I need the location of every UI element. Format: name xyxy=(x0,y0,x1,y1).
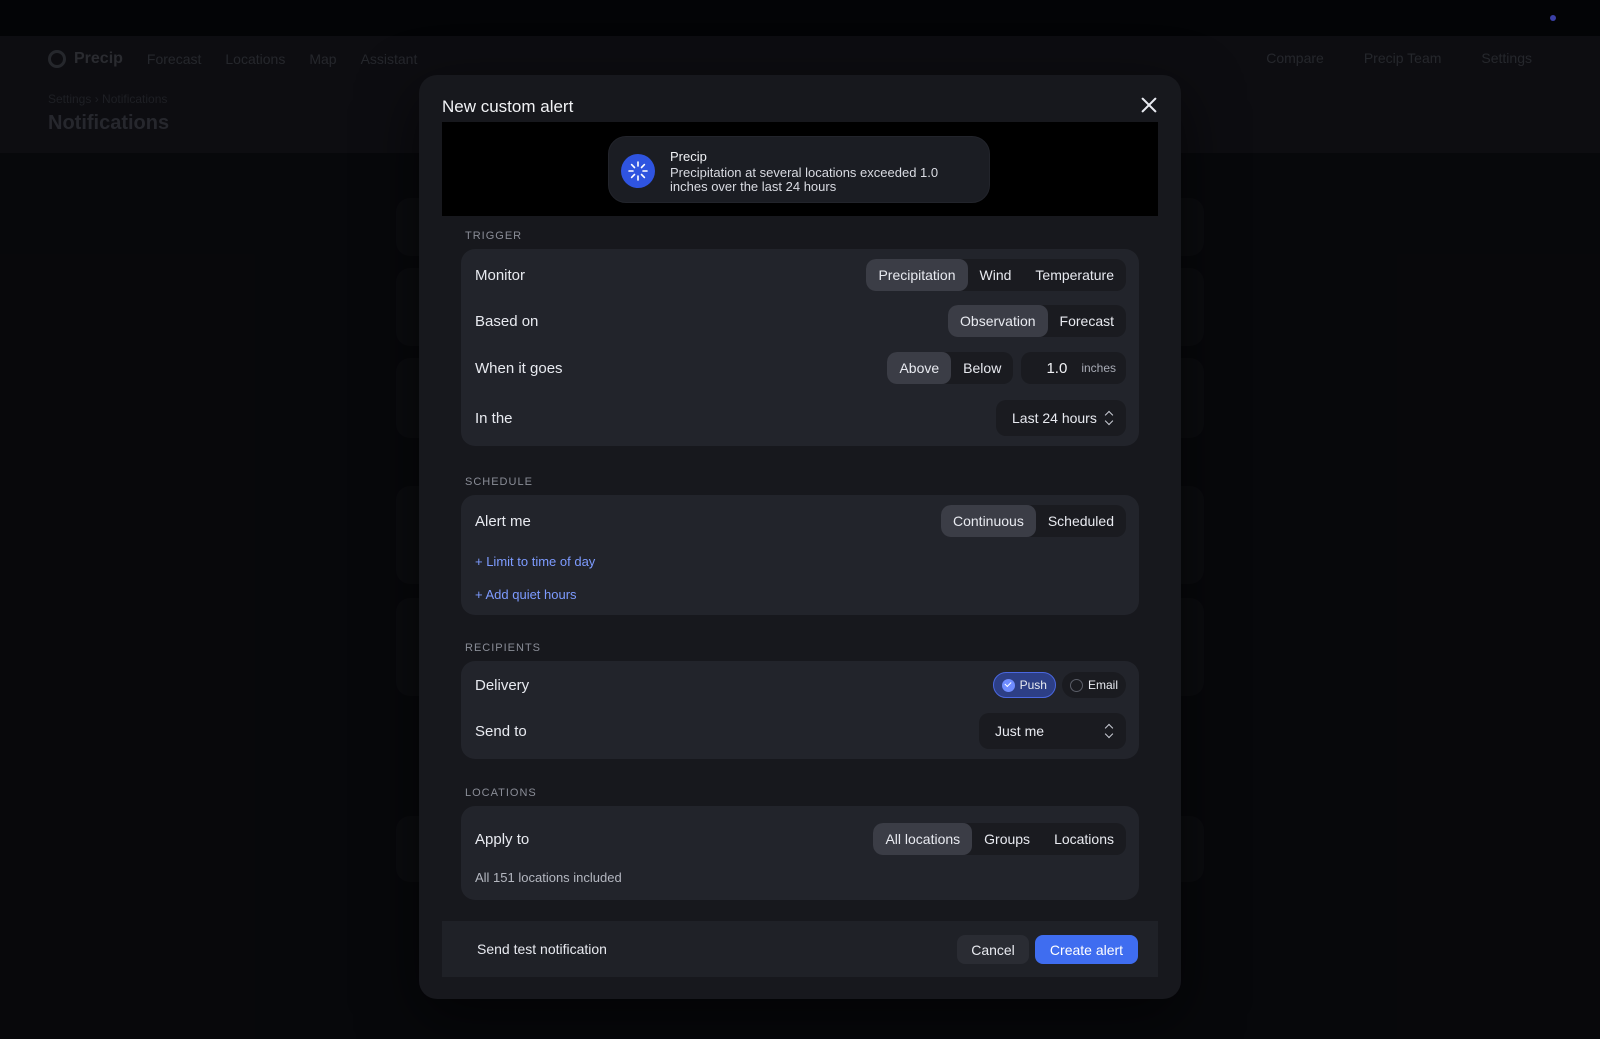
dialog-footer: Send test notification Cancel Create ale… xyxy=(442,921,1158,977)
monitor-option-precipitation[interactable]: Precipitation xyxy=(866,259,968,291)
alert-mode-segmented: Continuous Scheduled xyxy=(941,505,1126,537)
alert-mode-option-scheduled[interactable]: Scheduled xyxy=(1036,505,1126,537)
section-label-recipients: RECIPIENTS xyxy=(465,642,542,654)
delivery-label: Delivery xyxy=(475,676,530,694)
send-to-label: Send to xyxy=(475,722,527,740)
unchecked-circle-icon xyxy=(1069,678,1083,692)
based-on-label: Based on xyxy=(475,312,539,330)
send-to-row: Send to Just me xyxy=(475,711,1126,751)
alert-me-row: Alert me Continuous Scheduled xyxy=(475,501,1126,541)
apply-to-label: Apply to xyxy=(475,830,530,848)
chevron-updown-icon xyxy=(1104,723,1114,739)
time-window-value: Last 24 hours xyxy=(1012,410,1097,426)
schedule-group: Alert me Continuous Scheduled + Limit to… xyxy=(461,495,1139,615)
section-label-trigger: TRIGGER xyxy=(465,230,523,242)
close-icon[interactable] xyxy=(1137,93,1161,117)
delivery-row: Delivery Push Email xyxy=(475,665,1126,705)
delivery-options: Push Email xyxy=(992,672,1126,698)
new-alert-dialog: New custom alert Precip Precipitation at… xyxy=(419,75,1181,999)
add-quiet-hours-link[interactable]: + Add quiet hours xyxy=(475,587,577,602)
notification-card: Precip Precipitation at several location… xyxy=(608,136,990,203)
send-to-select[interactable]: Just me xyxy=(979,713,1126,749)
apply-to-segmented: All locations Groups Locations xyxy=(873,823,1126,855)
alert-mode-option-continuous[interactable]: Continuous xyxy=(941,505,1036,537)
recipients-group: Delivery Push Email Send to Just me xyxy=(461,661,1139,759)
app-icon xyxy=(621,154,655,188)
section-label-locations: LOCATIONS xyxy=(465,787,537,799)
notification-preview: Precip Precipitation at several location… xyxy=(442,122,1158,216)
locations-group: Apply to All locations Groups Locations … xyxy=(461,806,1139,900)
notification-message: Precipitation at several locations excee… xyxy=(670,165,939,194)
delivery-push-label: Push xyxy=(1019,678,1047,692)
limit-time-of-day-link[interactable]: + Limit to time of day xyxy=(475,554,595,569)
delivery-push-toggle[interactable]: Push xyxy=(992,672,1056,698)
apply-to-option-locations[interactable]: Locations xyxy=(1042,823,1126,855)
cancel-button[interactable]: Cancel xyxy=(957,935,1029,964)
apply-to-option-all[interactable]: All locations xyxy=(873,823,973,855)
dialog-body[interactable]: TRIGGER Monitor Precipitation Wind Tempe… xyxy=(442,216,1158,911)
based-on-segmented: Observation Forecast xyxy=(948,305,1126,337)
threshold-input[interactable]: 1.0 inches xyxy=(1021,352,1126,384)
delivery-email-toggle[interactable]: Email xyxy=(1061,672,1126,698)
create-alert-button[interactable]: Create alert xyxy=(1035,935,1138,964)
send-test-notification-button[interactable]: Send test notification xyxy=(477,941,607,957)
monitor-option-wind[interactable]: Wind xyxy=(968,259,1024,291)
threshold-value: 1.0 xyxy=(1046,359,1068,377)
threshold-unit: inches xyxy=(1081,361,1116,375)
monitor-label: Monitor xyxy=(475,266,526,284)
sunburst-icon xyxy=(628,161,648,181)
when-controls: Above Below 1.0 inches xyxy=(887,352,1126,384)
when-row: When it goes Above Below 1.0 inches xyxy=(475,348,1126,388)
based-on-option-observation[interactable]: Observation xyxy=(948,305,1048,337)
notification-title: Precip xyxy=(670,149,707,164)
based-on-option-forecast[interactable]: Forecast xyxy=(1048,305,1126,337)
alert-me-label: Alert me xyxy=(475,512,531,530)
monitor-row: Monitor Precipitation Wind Temperature xyxy=(475,255,1126,295)
when-label: When it goes xyxy=(475,359,563,377)
locations-summary: All 151 locations included xyxy=(475,870,622,885)
in-the-row: In the Last 24 hours xyxy=(475,398,1126,438)
chevron-updown-icon xyxy=(1104,410,1114,426)
apply-to-row: Apply to All locations Groups Locations xyxy=(475,819,1126,859)
dialog-title: New custom alert xyxy=(442,97,574,116)
checkmark-icon xyxy=(1001,678,1015,692)
direction-option-above[interactable]: Above xyxy=(887,352,952,384)
delivery-email-label: Email xyxy=(1087,678,1118,692)
send-to-value: Just me xyxy=(995,723,1045,739)
section-label-schedule: SCHEDULE xyxy=(465,476,533,488)
monitor-segmented: Precipitation Wind Temperature xyxy=(866,259,1126,291)
time-window-select[interactable]: Last 24 hours xyxy=(996,400,1126,436)
direction-segmented: Above Below xyxy=(887,352,1014,384)
based-on-row: Based on Observation Forecast xyxy=(475,301,1126,341)
apply-to-option-groups[interactable]: Groups xyxy=(972,823,1042,855)
in-the-label: In the xyxy=(475,409,513,427)
trigger-group: Monitor Precipitation Wind Temperature B… xyxy=(461,249,1139,446)
monitor-option-temperature[interactable]: Temperature xyxy=(1023,259,1126,291)
direction-option-below[interactable]: Below xyxy=(951,352,1013,384)
